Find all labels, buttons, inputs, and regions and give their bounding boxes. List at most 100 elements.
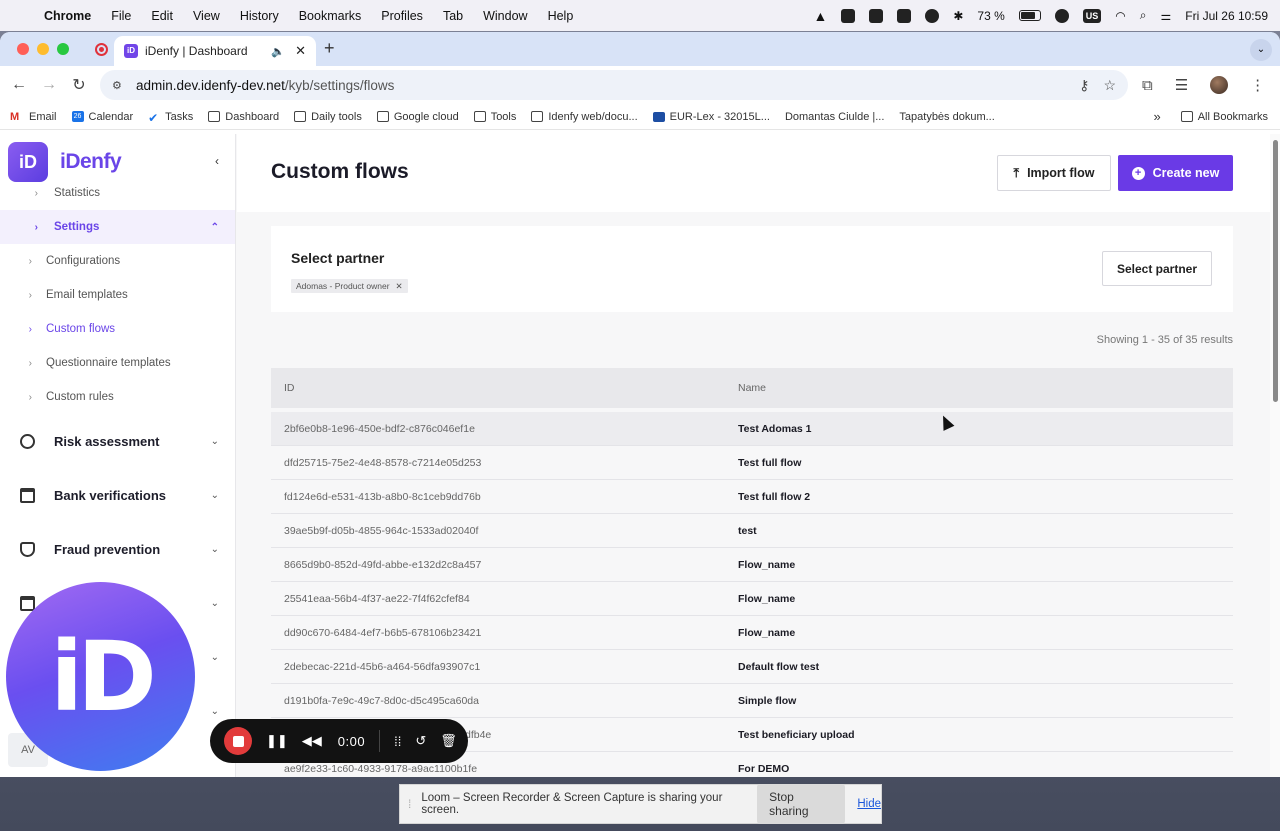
sidebar-item-risk-assessment[interactable]: Risk assessment ⌄ — [0, 414, 235, 468]
battery-icon[interactable] — [1018, 10, 1041, 21]
menu-history[interactable]: History — [240, 9, 279, 23]
remove-chip-icon[interactable]: ✕ — [396, 281, 403, 292]
bookmark-star-icon[interactable]: ☆ — [1103, 77, 1116, 94]
menu-edit[interactable]: Edit — [151, 9, 173, 23]
table-row[interactable]: d191b0fa-7e9c-49c7-8d0c-d5c495ca60da Simp… — [271, 684, 1233, 718]
bookmark-eur-lex[interactable]: EUR-Lex - 32015L... — [652, 111, 770, 123]
menu-tab[interactable]: Tab — [443, 9, 463, 23]
site-info-icon[interactable]: ⚙ — [112, 79, 126, 92]
menu-file[interactable]: File — [111, 9, 131, 23]
speaker-icon[interactable]: 🔈 — [271, 45, 285, 58]
bookmark-google-cloud[interactable]: Google cloud — [376, 111, 459, 123]
table-row[interactable]: dd90c670-6484-4ef7-b6b5-678106b23421 Flow… — [271, 616, 1233, 650]
bluetooth-icon[interactable]: ✱ — [953, 9, 963, 23]
close-window-button[interactable] — [17, 43, 29, 55]
table-row[interactable]: 8665d9b0-852d-49fd-abbe-e132d2c8a457 Flow… — [271, 548, 1233, 582]
loom-camera-bubble[interactable]: iD — [6, 582, 195, 771]
import-flow-button[interactable]: ⤒ Import flow — [997, 155, 1111, 191]
forward-button[interactable]: → — [34, 76, 64, 94]
restart-icon[interactable]: ↺ — [415, 733, 426, 749]
menu-window[interactable]: Window — [483, 9, 527, 23]
column-header-name[interactable]: Name — [738, 382, 1233, 394]
tray-play-icon[interactable] — [925, 8, 940, 23]
minimize-window-button[interactable] — [37, 43, 49, 55]
sidebar-item-email-templates[interactable]: › Email templates — [0, 278, 235, 312]
bookmark-daily-tools[interactable]: Daily tools — [294, 111, 362, 123]
more-bookmarks-icon[interactable]: » — [1153, 109, 1160, 124]
drag-handle-icon[interactable]: ⁞⁞ — [394, 734, 401, 749]
control-center-icon[interactable]: ⚌ — [1161, 9, 1172, 23]
tab-search-button[interactable]: ⌄ — [1250, 39, 1272, 61]
password-key-icon[interactable]: ⚷ — [1079, 77, 1089, 94]
url-text[interactable]: admin.dev.idenfy-dev.net/kyb/settings/fl… — [136, 78, 1065, 93]
select-partner-button[interactable]: Select partner — [1102, 251, 1212, 286]
menu-help[interactable]: Help — [548, 9, 574, 23]
bookmark-email[interactable]: M Email — [10, 111, 57, 124]
tray-bars-icon[interactable] — [897, 8, 912, 23]
column-header-id[interactable]: ID — [271, 382, 738, 394]
wifi-icon[interactable]: ◠ — [1115, 9, 1125, 23]
tray-app-icon[interactable]: ▲ — [814, 8, 828, 24]
pause-icon[interactable]: ❚❚ — [266, 733, 288, 749]
bookmark-dashboard[interactable]: Dashboard — [208, 111, 279, 123]
all-bookmarks[interactable]: All Bookmarks — [1180, 111, 1268, 123]
stop-sharing-button[interactable]: Stop sharing — [757, 784, 846, 824]
stop-recording-button[interactable] — [224, 727, 252, 755]
sidebar-item-fraud-prevention[interactable]: Fraud prevention ⌄ — [0, 522, 235, 576]
sidebar-item-questionnaire-templates[interactable]: › Questionnaire templates — [0, 346, 235, 380]
sidebar-item-settings[interactable]: › Settings ⌃ — [0, 210, 235, 244]
menu-bookmarks[interactable]: Bookmarks — [299, 9, 362, 23]
partner-chip[interactable]: Adomas - Product owner ✕ — [291, 279, 408, 293]
table-row[interactable]: dfd25715-75e2-4e48-8578-c7214e05d253 Test… — [271, 446, 1233, 480]
input-source-badge[interactable]: US — [1082, 8, 1102, 23]
new-tab-button[interactable]: + — [324, 38, 335, 59]
trash-icon[interactable]: 🗑 — [440, 733, 457, 749]
sidebar-item-custom-rules[interactable]: › Custom rules — [0, 380, 235, 414]
close-tab-icon[interactable]: ✕ — [295, 43, 306, 59]
recording-icon[interactable] — [95, 42, 108, 56]
bookmark-tapatybes[interactable]: Tapatybės dokum... — [0, 111, 995, 178]
sidebar-item-custom-flows[interactable]: › Custom flows — [0, 312, 235, 346]
table-row[interactable]: 39ae5b9f-d05b-4855-964c-1533ad02040f test — [271, 514, 1233, 548]
scrollbar-thumb[interactable] — [1273, 140, 1278, 402]
reload-button[interactable]: ↻ — [64, 75, 94, 95]
menubar-clock[interactable]: Fri Jul 26 10:59 — [1185, 9, 1268, 23]
user-icon[interactable] — [1054, 8, 1069, 23]
back-button[interactable]: ← — [4, 76, 34, 94]
table-row[interactable]: 2debecac-221d-45b6-a464-56dfa93907c1 Defa… — [271, 650, 1233, 684]
sidebar-item-configurations[interactable]: › Configurations — [0, 244, 235, 278]
search-icon[interactable]: ⌕ — [1140, 8, 1147, 23]
sidebar-item-bank-verifications[interactable]: Bank verifications ⌄ — [0, 468, 235, 522]
table-row[interactable]: fd124e6d-e531-413b-a8b0-8c1ceb9dd76b Test… — [271, 480, 1233, 514]
reading-list-icon[interactable]: ☰ — [1175, 76, 1188, 94]
table-row[interactable]: 25541eaa-56b4-4f37-ae22-7f4f62cfef84 Flow… — [271, 582, 1233, 616]
tray-window-icon[interactable] — [841, 8, 856, 23]
sidebar-item-label: Custom flows — [46, 323, 116, 335]
bookmark-domantas[interactable]: Domantas Ciulde |... — [0, 111, 884, 178]
address-bar[interactable]: ⚙ admin.dev.idenfy-dev.net/kyb/settings/… — [100, 70, 1128, 100]
profile-avatar[interactable] — [1210, 76, 1229, 94]
bookmark-idenfy-web[interactable]: Idenfy web/docu... — [531, 111, 638, 123]
rewind-icon[interactable]: ◀◀ — [302, 733, 322, 749]
bookmark-tools[interactable]: Tools — [473, 111, 516, 123]
hide-link[interactable]: Hide — [857, 798, 881, 810]
collapse-sidebar-icon[interactable]: ‹ — [215, 154, 219, 168]
bookmark-tasks[interactable]: ✔ Tasks — [148, 111, 193, 126]
grip-icon[interactable]: ⁞ — [408, 797, 411, 811]
menu-app-name[interactable]: Chrome — [44, 9, 91, 23]
page-header: Custom flows ⤒ Import flow + Create new — [237, 134, 1270, 212]
flow-name: Default flow test — [738, 660, 820, 673]
extensions-icon[interactable]: ⧉ — [1142, 77, 1153, 94]
tab-dashboard[interactable]: iD iDenfy | Dashboard 🔈 ✕ — [114, 36, 316, 66]
create-new-button[interactable]: + Create new — [1118, 155, 1233, 191]
tray-grid-icon[interactable] — [869, 8, 884, 23]
menu-profiles[interactable]: Profiles — [381, 9, 423, 23]
bookmark-calendar[interactable]: 26 Calendar — [71, 111, 133, 123]
bookmark-label: Dashboard — [225, 110, 280, 123]
table-row[interactable]: 2bf6e0b8-1e96-450e-bdf2-c876c046ef1e Test… — [271, 412, 1233, 446]
menu-view[interactable]: View — [193, 9, 220, 23]
sidebar-header: iD iDenfy ‹ — [0, 134, 235, 190]
chrome-menu-icon[interactable]: ⋮ — [1250, 76, 1265, 94]
zoom-window-button[interactable] — [57, 43, 69, 55]
page-scrollbar[interactable] — [1270, 134, 1280, 777]
